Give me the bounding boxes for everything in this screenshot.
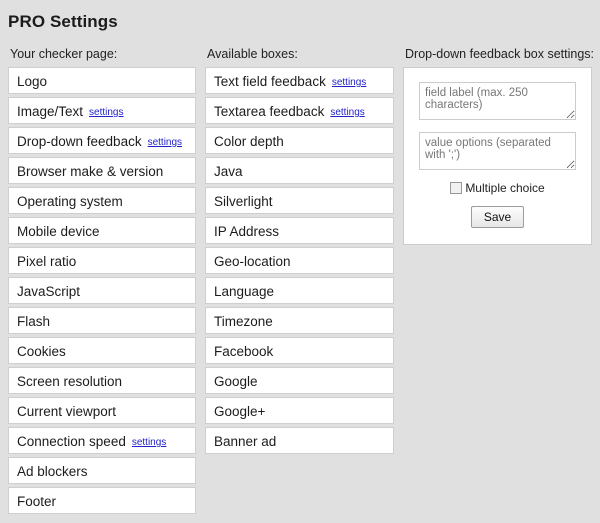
checker-box-item-label: JavaScript [17,284,81,299]
checker-box-item-label: Screen resolution [17,374,123,389]
multiple-choice-row: Multiple choice [414,182,581,194]
checker-box-item[interactable]: JavaScript [8,277,196,304]
checker-box-item[interactable]: Footer [8,487,196,514]
available-box-item-settings-link[interactable]: settings [330,107,364,118]
available-boxes-column: Available boxes: Text field feedback sett… [205,47,394,457]
checker-page-heading: Your checker page: [10,47,118,61]
page-title: PRO Settings [8,12,118,31]
checker-box-item[interactable]: Image/Text settings [8,97,196,124]
available-box-item[interactable]: Textarea feedback settings [205,97,394,124]
available-box-item[interactable]: Java [205,157,394,184]
available-boxes-list[interactable]: Text field feedback settings Textarea feed… [205,67,394,454]
checker-box-item-label: Pixel ratio [17,254,77,269]
available-box-item-label: Color depth [214,134,284,149]
available-box-item-label: Timezone [214,314,273,329]
available-box-item-label: Language [214,284,275,299]
dropdown-settings-column: Drop-down feedback box settings: Multipl… [403,47,594,245]
multiple-choice-label[interactable]: Multiple choice [465,182,544,194]
checker-box-item[interactable]: Ad blockers [8,457,196,484]
checker-box-item-settings-link[interactable]: settings [89,107,123,118]
dropdown-settings-heading: Drop-down feedback box settings: [405,47,594,61]
available-box-item-label: Google [214,374,258,389]
checker-box-item-label: Drop-down feedback [17,134,142,149]
checker-box-item-label: Footer [17,494,57,509]
checker-box-item[interactable]: Browser make & version [8,157,196,184]
available-box-item-label: IP Address [214,224,280,239]
available-box-item[interactable]: IP Address [205,217,394,244]
checker-box-item[interactable]: Operating system [8,187,196,214]
available-box-item-label: Banner ad [214,434,277,449]
checker-box-item-label: Ad blockers [17,464,88,479]
checker-box-item[interactable]: Mobile device [8,217,196,244]
checker-page-column: Your checker page: Logo Image/Text setting… [8,47,196,517]
available-box-item-label: Facebook [214,344,274,359]
available-box-item-label: Java [214,164,243,179]
checker-box-item-label: Browser make & version [17,164,164,179]
checker-box-item[interactable]: Drop-down feedback settings [8,127,196,154]
checker-page-box-list[interactable]: Logo Image/Text settings Drop-down feedback… [8,67,196,514]
available-box-item-label: Silverlight [214,194,273,209]
available-box-item[interactable]: Geo-location [205,247,394,274]
checker-box-item-label: Logo [17,74,48,89]
available-box-item[interactable]: Silverlight [205,187,394,214]
checker-box-item[interactable]: Screen resolution [8,367,196,394]
checker-box-item-label: Operating system [17,194,123,209]
available-box-item[interactable]: Banner ad [205,427,394,454]
checker-box-item-label: Cookies [17,344,66,359]
checker-box-item[interactable]: Connection speed settings [8,427,196,454]
available-boxes-heading: Available boxes: [207,47,298,61]
checker-box-item-label: Connection speed [17,434,126,449]
dropdown-settings-panel: Multiple choice Save [403,67,592,245]
value-options-textarea[interactable] [419,132,576,170]
checker-box-item[interactable]: Logo [8,67,196,94]
checker-box-item[interactable]: Flash [8,307,196,334]
checker-box-item-label: Image/Text [17,104,84,119]
multiple-choice-checkbox[interactable] [450,182,463,194]
available-box-item[interactable]: Language [205,277,394,304]
checker-box-item[interactable]: Cookies [8,337,196,364]
save-button[interactable]: Save [470,206,525,228]
checker-box-item[interactable]: Pixel ratio [8,247,196,274]
available-box-item[interactable]: Google+ [205,397,394,424]
checker-box-item-label: Current viewport [17,404,117,419]
checker-box-item-label: Mobile device [17,224,100,239]
available-box-item[interactable]: Color depth [205,127,394,154]
available-box-item[interactable]: Facebook [205,337,394,364]
field-label-textarea[interactable] [419,82,576,120]
checker-box-item-settings-link[interactable]: settings [148,137,182,148]
available-box-item-settings-link[interactable]: settings [332,77,366,88]
checker-box-item[interactable]: Current viewport [8,397,196,424]
available-box-item-label: Google+ [214,404,266,419]
available-box-item[interactable]: Google [205,367,394,394]
available-box-item[interactable]: Text field feedback settings [205,67,394,94]
available-box-item-label: Textarea feedback [214,104,325,119]
available-box-item-label: Geo-location [214,254,291,269]
available-box-item[interactable]: Timezone [205,307,394,334]
checker-box-item-settings-link[interactable]: settings [132,437,166,448]
checker-box-item-label: Flash [17,314,51,329]
available-box-item-label: Text field feedback [214,74,326,89]
